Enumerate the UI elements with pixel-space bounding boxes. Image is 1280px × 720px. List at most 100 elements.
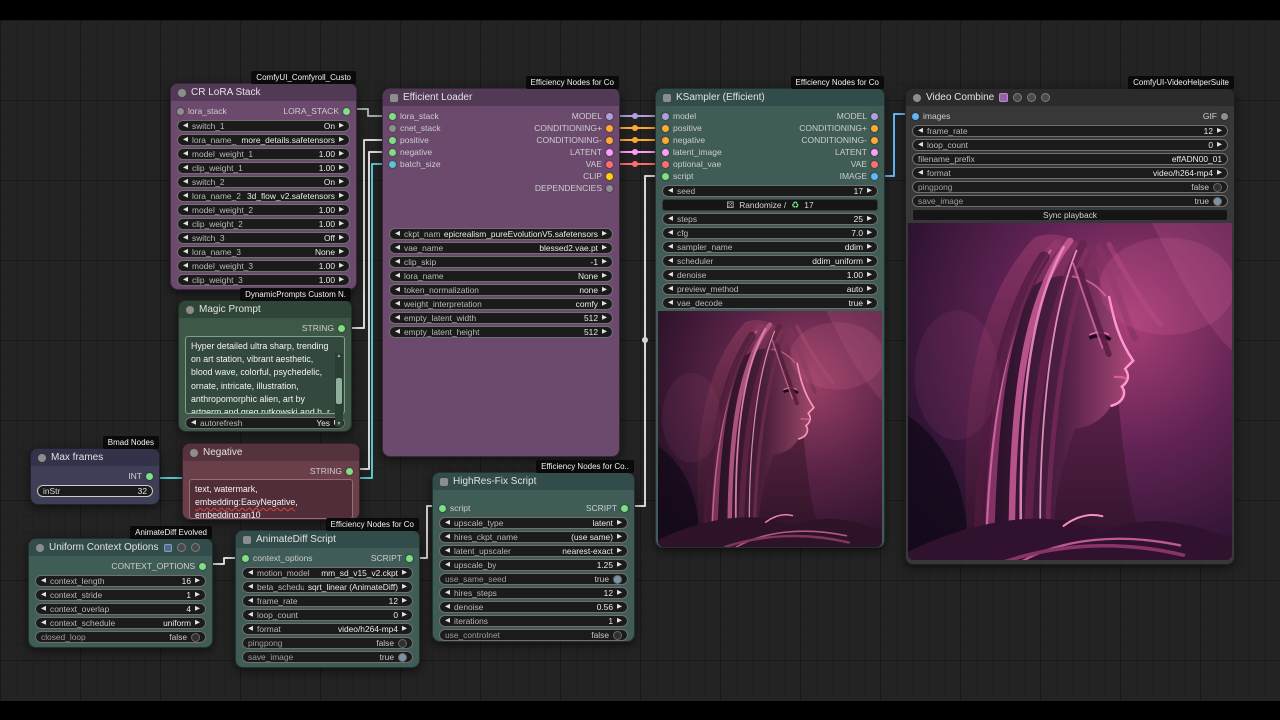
decrease-arrow-icon[interactable]: ◀ bbox=[183, 221, 188, 228]
increase-arrow-icon[interactable]: ▶ bbox=[617, 618, 622, 625]
node-titlebar[interactable]: KSampler (Efficient) bbox=[656, 89, 884, 106]
collapse-dot-icon[interactable] bbox=[913, 94, 921, 102]
increase-arrow-icon[interactable]: ▶ bbox=[617, 604, 622, 611]
widget-save_image[interactable]: save_imagetrue bbox=[242, 651, 413, 663]
node-option-icon[interactable] bbox=[1013, 93, 1022, 102]
decrease-arrow-icon[interactable]: ◀ bbox=[395, 301, 400, 308]
increase-arrow-icon[interactable]: ▶ bbox=[1217, 170, 1222, 177]
button-randomize[interactable]: ⚄Randomize /♻17 bbox=[662, 199, 878, 211]
widget-latent_upscaler[interactable]: ◀latent_upscalernearest-exact▶ bbox=[439, 545, 628, 557]
input-dot-icon[interactable] bbox=[662, 113, 669, 120]
decrease-arrow-icon[interactable]: ◀ bbox=[41, 592, 46, 599]
increase-arrow-icon[interactable]: ▶ bbox=[339, 137, 344, 144]
widget-denoise[interactable]: ◀denoise1.00▶ bbox=[662, 269, 878, 281]
decrease-arrow-icon[interactable]: ◀ bbox=[41, 620, 46, 627]
input-slot-lora_stack[interactable]: lora_stack bbox=[177, 106, 227, 116]
node-option-icon[interactable] bbox=[1041, 93, 1050, 102]
decrease-arrow-icon[interactable]: ◀ bbox=[183, 249, 188, 256]
widget-filename_prefix[interactable]: filename_prefixeffADN00_01 bbox=[912, 153, 1228, 165]
collapse-dot-icon[interactable] bbox=[186, 306, 194, 314]
output-dot-icon[interactable] bbox=[621, 505, 628, 512]
output-slot-INT[interactable]: INT bbox=[128, 471, 153, 481]
input-slot-positive[interactable]: positive bbox=[389, 135, 429, 145]
output-slot-LORA_STACK[interactable]: LORA_STACK bbox=[283, 106, 350, 116]
widget-use_same_seed[interactable]: use_same_seedtrue bbox=[439, 573, 628, 585]
input-dot-icon[interactable] bbox=[177, 108, 184, 115]
input-dot-icon[interactable] bbox=[439, 505, 446, 512]
widget-denoise[interactable]: ◀denoise0.56▶ bbox=[439, 601, 628, 613]
decrease-arrow-icon[interactable]: ◀ bbox=[183, 137, 188, 144]
input-slot-optional_vae[interactable]: optional_vae bbox=[662, 159, 721, 169]
widget-clip_skip[interactable]: ◀clip_skip-1▶ bbox=[389, 256, 613, 268]
node-titlebar[interactable]: HighRes-Fix Script bbox=[433, 473, 634, 490]
increase-arrow-icon[interactable]: ▶ bbox=[602, 287, 607, 294]
decrease-arrow-icon[interactable]: ◀ bbox=[183, 207, 188, 214]
increase-arrow-icon[interactable]: ▶ bbox=[602, 301, 607, 308]
widget-model_weight_2[interactable]: ◀model_weight_21.00▶ bbox=[177, 204, 350, 216]
widget-token_normalization[interactable]: ◀token_normalizationnone▶ bbox=[389, 284, 613, 296]
output-dot-icon[interactable] bbox=[606, 185, 613, 192]
decrease-arrow-icon[interactable]: ◀ bbox=[445, 590, 450, 597]
input-dot-icon[interactable] bbox=[389, 125, 396, 132]
widget-lora_name[interactable]: ◀lora_nameNone▶ bbox=[389, 270, 613, 282]
input-slot-positive[interactable]: positive bbox=[662, 123, 702, 133]
widget-model_weight_3[interactable]: ◀model_weight_31.00▶ bbox=[177, 260, 350, 272]
button-sync_playback[interactable]: Sync playback bbox=[912, 209, 1228, 221]
decrease-arrow-icon[interactable]: ◀ bbox=[248, 584, 253, 591]
input-dot-icon[interactable] bbox=[662, 149, 669, 156]
decrease-arrow-icon[interactable]: ◀ bbox=[395, 231, 400, 238]
output-dot-icon[interactable] bbox=[606, 113, 613, 120]
output-dot-icon[interactable] bbox=[199, 563, 206, 570]
decrease-arrow-icon[interactable]: ◀ bbox=[918, 170, 923, 177]
input-slot-images[interactable]: images bbox=[912, 111, 950, 121]
increase-arrow-icon[interactable]: ▶ bbox=[617, 534, 622, 541]
node-option-icon[interactable] bbox=[1027, 93, 1036, 102]
output-slot-SCRIPT[interactable]: SCRIPT bbox=[371, 553, 413, 563]
output-slot-CONDITIONING+[interactable]: CONDITIONING+ bbox=[534, 123, 613, 133]
node-uniform-context-options[interactable]: AnimateDiff Evolved Uniform Context Opti… bbox=[28, 538, 213, 648]
widget-loop_count[interactable]: ◀loop_count0▶ bbox=[912, 139, 1228, 151]
output-dot-icon[interactable] bbox=[338, 325, 345, 332]
collapse-box-icon[interactable] bbox=[243, 536, 251, 544]
widget-clip_weight_1[interactable]: ◀clip_weight_11.00▶ bbox=[177, 162, 350, 174]
widget-beta_schedule[interactable]: ◀beta_schedulesqrt_linear (AnimateDiff)▶ bbox=[242, 581, 413, 593]
node-titlebar[interactable]: Video Combine bbox=[906, 89, 1234, 106]
node-titlebar[interactable]: Negative bbox=[183, 444, 359, 461]
widget-context_stride[interactable]: ◀context_stride1▶ bbox=[35, 589, 206, 601]
increase-arrow-icon[interactable]: ▶ bbox=[402, 598, 407, 605]
decrease-arrow-icon[interactable]: ◀ bbox=[248, 598, 253, 605]
toggle-dot-icon[interactable] bbox=[398, 639, 407, 648]
decrease-arrow-icon[interactable]: ◀ bbox=[445, 534, 450, 541]
widget-context_schedule[interactable]: ◀context_scheduleuniform▶ bbox=[35, 617, 206, 629]
collapse-dot-icon[interactable] bbox=[190, 449, 198, 457]
node-magic-prompt[interactable]: DynamicPrompts Custom N. Magic Prompt ST… bbox=[178, 300, 352, 432]
increase-arrow-icon[interactable]: ▶ bbox=[339, 207, 344, 214]
decrease-arrow-icon[interactable]: ◀ bbox=[668, 188, 673, 195]
widget-closed_loop[interactable]: closed_loopfalse bbox=[35, 631, 206, 643]
output-dot-icon[interactable] bbox=[346, 468, 353, 475]
decrease-arrow-icon[interactable]: ◀ bbox=[395, 287, 400, 294]
input-dot-icon[interactable] bbox=[389, 149, 396, 156]
decrease-arrow-icon[interactable]: ◀ bbox=[183, 151, 188, 158]
increase-arrow-icon[interactable]: ▶ bbox=[867, 244, 872, 251]
widget-empty_latent_height[interactable]: ◀empty_latent_height512▶ bbox=[389, 326, 613, 338]
widget-cfg[interactable]: ◀cfg7.0▶ bbox=[662, 227, 878, 239]
input-slot-context_options[interactable]: context_options bbox=[242, 553, 313, 563]
output-slot-VAE[interactable]: VAE bbox=[851, 159, 878, 169]
scroll-down-icon[interactable]: ▼ bbox=[337, 421, 342, 427]
output-slot-DEPENDENCIES[interactable]: DEPENDENCIES bbox=[535, 183, 613, 193]
input-dot-icon[interactable] bbox=[389, 161, 396, 168]
increase-arrow-icon[interactable]: ▶ bbox=[602, 315, 607, 322]
decrease-arrow-icon[interactable]: ◀ bbox=[668, 216, 673, 223]
input-dot-icon[interactable] bbox=[912, 113, 919, 120]
increase-arrow-icon[interactable]: ▶ bbox=[195, 620, 200, 627]
decrease-arrow-icon[interactable]: ◀ bbox=[183, 179, 188, 186]
widget-format[interactable]: ◀formatvideo/h264-mp4▶ bbox=[912, 167, 1228, 179]
widget-seed[interactable]: ◀seed17▶ bbox=[662, 185, 878, 197]
widget-switch_2[interactable]: ◀switch_2On▶ bbox=[177, 176, 350, 188]
increase-arrow-icon[interactable]: ▶ bbox=[402, 570, 407, 577]
node-titlebar[interactable]: Max frames bbox=[31, 449, 159, 466]
decrease-arrow-icon[interactable]: ◀ bbox=[668, 230, 673, 237]
decrease-arrow-icon[interactable]: ◀ bbox=[183, 165, 188, 172]
decrease-arrow-icon[interactable]: ◀ bbox=[395, 329, 400, 336]
